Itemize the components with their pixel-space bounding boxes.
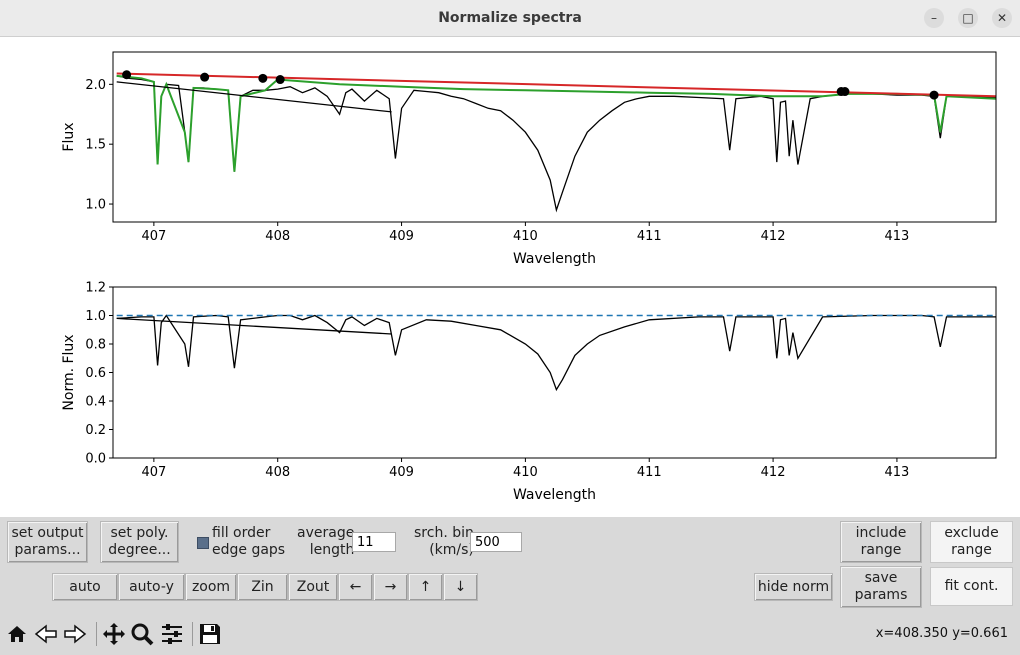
auto-y-button[interactable]: auto-y (118, 573, 185, 601)
down-arrow-button[interactable]: ↓ (443, 573, 478, 601)
plot1-point (122, 70, 132, 80)
average-length-label: average length (297, 525, 355, 558)
plot2-xtick-label: 410 (513, 465, 538, 480)
plot1-xtick-label: 408 (265, 229, 290, 244)
plot2-ytick-label: 1.2 (85, 281, 106, 296)
plot2-ytick-label: 0.8 (85, 338, 106, 353)
forward-icon[interactable] (63, 622, 87, 646)
back-icon[interactable] (34, 622, 58, 646)
fill-order-checkbox[interactable] (197, 537, 209, 549)
pan-icon[interactable] (102, 622, 126, 646)
plot2-xtick-label: 411 (637, 465, 662, 480)
plot2-xtick-label: 413 (885, 465, 910, 480)
plots-svg[interactable]: 407 408 409 410 411 412 413 1.0 1.5 2.0 Wavelength… (0, 37, 1020, 517)
exclude-range-label: exclude range (944, 525, 999, 558)
plot2-xtick-label: 408 (265, 465, 290, 480)
up-arrow-button[interactable]: ↑ (408, 573, 443, 601)
set-output-label: set output params... (11, 525, 84, 558)
zin-button[interactable]: Zin (237, 573, 288, 601)
plot2-frame (112, 286, 997, 459)
plot1-ytick-label: 1.0 (85, 198, 106, 213)
close-icon[interactable]: ✕ (992, 8, 1012, 28)
fit-cont-button[interactable]: fit cont. (930, 567, 1013, 606)
plot1-point (840, 87, 850, 97)
plot2-ytick-label: 0.2 (85, 423, 106, 438)
plot2-ytick-label: 1.0 (85, 309, 106, 324)
zout-button[interactable]: Zout (288, 573, 338, 601)
plot1-xtick-label: 410 (513, 229, 538, 244)
fill-order-label: fill order edge gaps (212, 525, 286, 558)
left-arrow-button[interactable]: ← (338, 573, 373, 601)
plot2-xtick-label: 409 (389, 465, 414, 480)
plot2-series-2 (116, 317, 392, 335)
plot2-ytick-label: 0.0 (85, 452, 106, 467)
average-length-input[interactable] (352, 532, 396, 552)
maximize-icon[interactable]: □ (958, 8, 978, 28)
plot1-xtick-label: 407 (141, 229, 166, 244)
include-range-label: include range (855, 525, 907, 558)
right-arrow-button[interactable]: → (373, 573, 408, 601)
toolbar-separator (96, 622, 97, 646)
plot1-xtick-label: 411 (637, 229, 662, 244)
cursor-coordinates: x=408.350 y=0.661 (875, 626, 1008, 641)
home-icon[interactable] (5, 622, 29, 646)
plot1-point (258, 73, 268, 83)
window-titlebar: Normalize spectra – □ ✕ (0, 0, 1020, 37)
plot1-xtick-label: 409 (389, 229, 414, 244)
zoom-button[interactable]: zoom (185, 573, 237, 601)
plot1-ytick-label: 2.0 (85, 78, 106, 93)
minimize-icon[interactable]: – (924, 8, 944, 28)
plot1-point (200, 72, 210, 82)
auto-button[interactable]: auto (52, 573, 118, 601)
set-poly-degree-button[interactable]: set poly. degree... (100, 521, 179, 563)
plot1-xtick-label: 412 (761, 229, 786, 244)
set-poly-label: set poly. degree... (108, 525, 171, 558)
plot2-xtick-label: 412 (761, 465, 786, 480)
plot1-point (929, 90, 939, 100)
plot1-ylabel: Flux (61, 122, 77, 151)
plot2-ytick-label: 0.4 (85, 395, 106, 410)
save-icon[interactable] (198, 622, 222, 646)
plot1-xtick-label: 413 (885, 229, 910, 244)
exclude-range-button[interactable]: exclude range (930, 521, 1013, 563)
include-range-button[interactable]: include range (840, 521, 922, 563)
save-params-label: save params (854, 570, 908, 603)
window-title: Normalize spectra (438, 10, 582, 26)
configure-icon[interactable] (160, 622, 184, 646)
hide-norm-button[interactable]: hide norm (754, 573, 833, 601)
plot2-ylabel: Norm. Flux (61, 334, 77, 410)
plot1-point (275, 75, 285, 85)
srch-bin-label: srch. bin (km/s) (414, 525, 474, 558)
plot2-xlabel: Wavelength (513, 487, 596, 503)
plot1-series-4 (116, 81, 392, 113)
set-output-params-button[interactable]: set output params... (7, 521, 88, 563)
figure-canvas[interactable]: 407 408 409 410 411 412 413 1.0 1.5 2.0 Wavelength… (0, 37, 1020, 517)
plot1-xlabel: Wavelength (513, 251, 596, 267)
save-params-button[interactable]: save params (840, 566, 922, 608)
plot2-ytick-label: 0.6 (85, 366, 106, 381)
toolbar-separator (192, 622, 193, 646)
plot2-xtick-label: 407 (141, 465, 166, 480)
plot2-series-1 (116, 314, 996, 392)
plot1-series-2 (116, 74, 997, 172)
zoom-icon[interactable] (130, 622, 154, 646)
plot1-ytick-label: 1.5 (85, 138, 106, 153)
srch-bin-input[interactable] (470, 532, 522, 552)
